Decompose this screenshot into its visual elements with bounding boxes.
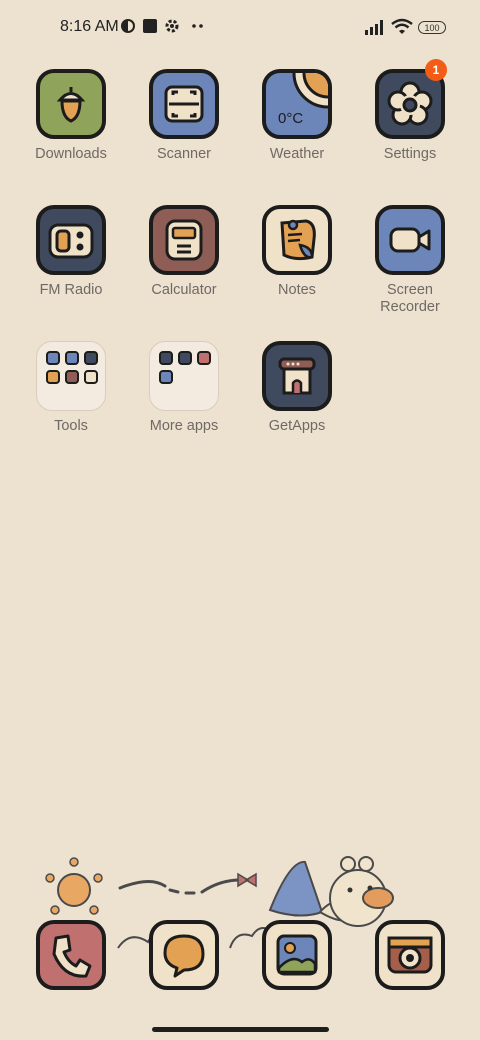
app-settings[interactable]: 1 Settings [354,59,466,163]
settings-gear-icon [165,19,179,33]
app-label: More apps [149,418,219,434]
app-label: FM Radio [39,282,103,298]
dock-gallery[interactable] [262,920,332,990]
acorn-icon [36,69,106,139]
folder-icon [36,341,106,411]
app-label: Settings [383,146,437,162]
more-dots-icon [192,24,203,28]
folder-icon [149,341,219,411]
app-calculator[interactable]: Calculator [128,205,240,299]
phone-icon [36,920,106,990]
note-icon [262,205,332,275]
app-label: Notes [278,282,316,298]
signal-icon [365,20,383,35]
dock-messages[interactable] [149,920,219,990]
app-fm-radio[interactable]: FM Radio [15,205,127,299]
app-screen-recorder[interactable]: Screen Recorder [354,205,466,316]
calculator-icon [149,205,219,275]
radio-icon [36,205,106,275]
app-label: Screen Recorder [380,282,440,315]
app-label: GetApps [268,418,326,434]
video-camera-icon [375,205,445,275]
app-getapps[interactable]: GetApps [241,341,353,435]
notification-badge: 1 [425,59,447,81]
camera-icon [375,920,445,990]
status-time: 8:16 AM [60,18,119,35]
app-label: Tools [54,418,88,434]
wifi-icon [391,18,413,34]
app-downloads[interactable]: Downloads [15,69,127,163]
browser-circle-icon [121,19,135,33]
svg-text:0°C: 0°C [278,110,303,127]
gesture-nav-bar[interactable] [152,1027,329,1032]
sun-icon: 0°C [262,69,332,139]
status-bar: 8:16 AM 100 [0,0,480,56]
app-notes[interactable]: Notes [241,205,353,299]
folder-tools[interactable]: Tools [15,341,127,435]
picture-icon [262,920,332,990]
speech-bubble-icon [149,920,219,990]
scan-icon [149,69,219,139]
dock-camera[interactable] [375,920,445,990]
dock-phone[interactable] [36,920,106,990]
folder-more-apps[interactable]: More apps [128,341,240,435]
battery-icon: 100 [418,21,446,34]
app-weather[interactable]: 0°C Weather [241,69,353,163]
app-label: Downloads [35,146,107,162]
square-notification-icon [143,19,157,33]
app-label: Calculator [151,282,217,298]
app-label: Scanner [156,146,211,162]
app-label: Weather [269,146,325,162]
app-scanner[interactable]: Scanner [128,69,240,163]
shop-icon [262,341,332,411]
